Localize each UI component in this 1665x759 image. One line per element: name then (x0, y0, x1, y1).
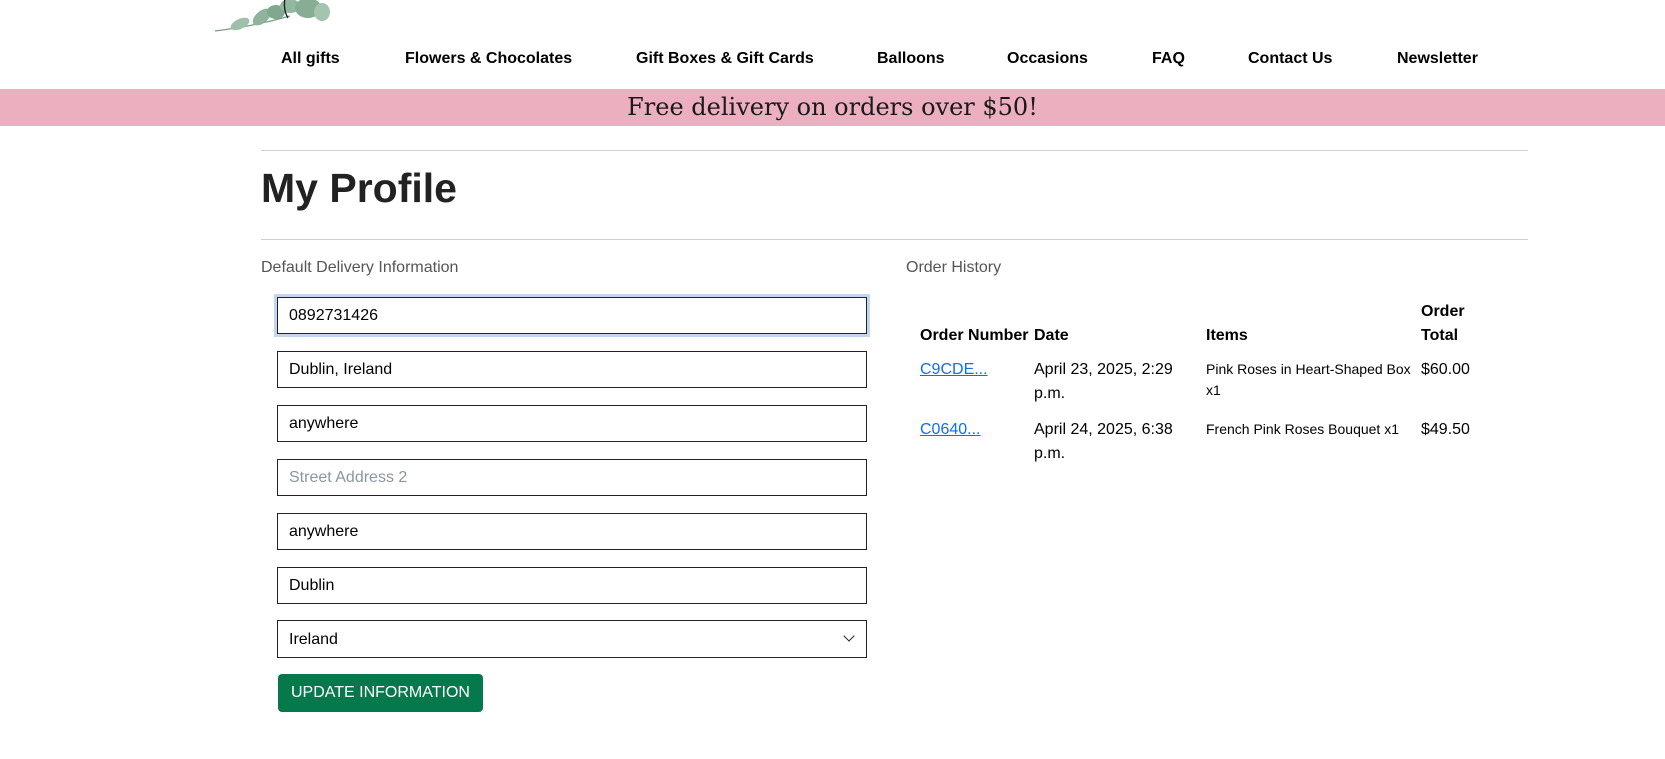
postcode-input[interactable] (277, 567, 867, 604)
town-input[interactable] (277, 351, 867, 388)
table-row: C0640... April 24, 2025, 6:38 p.m. Frenc… (920, 412, 1501, 472)
order-number-link[interactable]: C0640... (920, 421, 980, 438)
delivery-section-label: Default Delivery Information (261, 259, 459, 276)
table-header-row: Order Number Date Items Order Total (920, 298, 1501, 352)
country-select-wrapper: Ireland (277, 620, 867, 658)
order-items: Pink Roses in Heart-Shaped Box x1 (1206, 361, 1411, 398)
logo[interactable] (210, 0, 350, 36)
order-total: $49.50 (1421, 421, 1470, 438)
promo-banner: Free delivery on orders over $50! (0, 89, 1665, 126)
header-date: Date (1034, 327, 1069, 344)
header-order-number: Order Number (920, 327, 1029, 344)
order-number-link[interactable]: C9CDE... (920, 361, 988, 378)
promo-banner-text: Free delivery on orders over $50! (627, 93, 1038, 121)
nav-contact-us[interactable]: Contact Us (1248, 50, 1332, 68)
table-row: C9CDE... April 23, 2025, 2:29 p.m. Pink … (920, 352, 1501, 412)
update-information-button[interactable]: UPDATE INFORMATION (278, 674, 483, 712)
main-nav: All gifts Flowers & Chocolates Gift Boxe… (0, 44, 1665, 80)
nav-newsletter[interactable]: Newsletter (1397, 50, 1478, 68)
nav-balloons[interactable]: Balloons (877, 50, 945, 68)
phone-number-input[interactable] (277, 297, 867, 334)
order-history-label: Order History (906, 259, 1002, 276)
nav-gift-boxes[interactable]: Gift Boxes & Gift Cards (636, 50, 814, 68)
header-items: Items (1206, 327, 1248, 344)
order-date: April 23, 2025, 2:29 p.m. (1034, 361, 1173, 402)
nav-faq[interactable]: FAQ (1152, 50, 1185, 68)
order-date: April 24, 2025, 6:38 p.m. (1034, 421, 1173, 462)
header-order-total: Order Total (1421, 303, 1465, 344)
order-items: French Pink Roses Bouquet x1 (1206, 421, 1399, 437)
order-history-table: Order Number Date Items Order Total C9CD… (920, 298, 1501, 472)
divider-bottom (261, 239, 1528, 240)
divider-top (261, 150, 1528, 151)
country-select[interactable]: Ireland (277, 620, 867, 658)
nav-occasions[interactable]: Occasions (1007, 50, 1088, 68)
street-address-2-input[interactable] (277, 459, 867, 496)
nav-flowers-chocolates[interactable]: Flowers & Chocolates (405, 50, 572, 68)
nav-all-gifts[interactable]: All gifts (281, 50, 340, 68)
page-title: My Profile (261, 165, 457, 211)
street-address-1-input[interactable] (277, 405, 867, 442)
order-total: $60.00 (1421, 361, 1470, 378)
county-input[interactable] (277, 513, 867, 550)
